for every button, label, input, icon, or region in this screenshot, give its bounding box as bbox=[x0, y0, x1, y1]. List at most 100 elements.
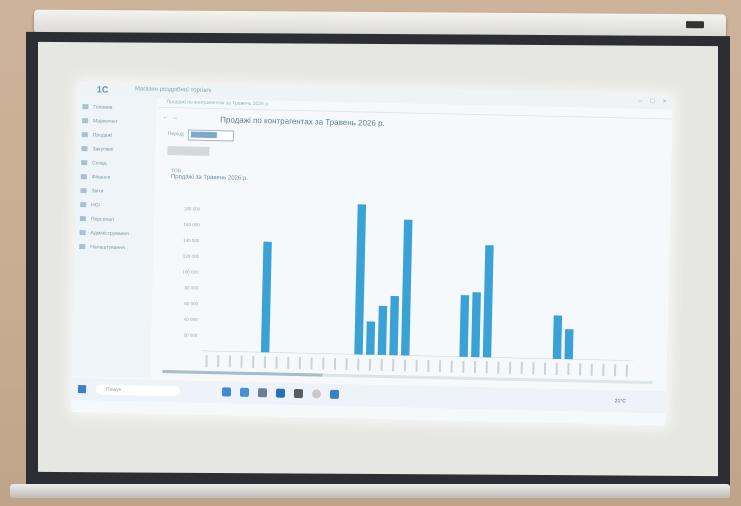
x-tick-label bbox=[287, 356, 290, 369]
chart-bar bbox=[552, 315, 563, 360]
x-tick-label bbox=[380, 358, 383, 371]
mail-icon[interactable] bbox=[275, 388, 286, 398]
chart-bar bbox=[260, 241, 272, 353]
back-forward-icon[interactable]: ← → bbox=[162, 114, 178, 121]
chart-bar bbox=[389, 295, 400, 356]
taskbar-search-input[interactable]: Пошук bbox=[95, 384, 181, 397]
main-area: Продажі по контрагентах за Травень 2026 … bbox=[152, 97, 673, 390]
report-title: Продажі за Травень 2026 р. bbox=[170, 174, 248, 182]
document-title: Продажі по контрагентах за Травень 2026 … bbox=[220, 115, 385, 128]
sidebar-item[interactable]: НСІ bbox=[80, 202, 100, 211]
sidebar: Головне Маркетинг Продажі Закупівлі Склад Фін… bbox=[72, 95, 157, 378]
x-tick-label bbox=[427, 359, 430, 373]
sidebar-item-icon bbox=[81, 160, 88, 166]
close-icon[interactable]: × bbox=[663, 98, 667, 105]
x-tick-label bbox=[625, 364, 628, 377]
app-1c-icon[interactable] bbox=[329, 389, 340, 399]
x-tick-label bbox=[613, 364, 617, 377]
x-tick-label bbox=[263, 356, 267, 369]
sidebar-item-label: Адміністрування bbox=[90, 230, 129, 238]
sidebar-item-label: Фінанси bbox=[91, 174, 111, 181]
x-tick-label bbox=[322, 357, 325, 370]
y-tick-label: 20 000 bbox=[183, 333, 197, 338]
x-tick-label bbox=[228, 355, 232, 368]
sidebar-item-icon bbox=[80, 202, 87, 208]
sidebar-item-icon bbox=[81, 146, 88, 152]
x-tick-label bbox=[333, 357, 337, 370]
sidebar-item[interactable]: Склад bbox=[81, 160, 107, 170]
chart-bar bbox=[354, 204, 367, 355]
x-tick-label bbox=[415, 359, 418, 372]
sidebar-item[interactable]: Продажі bbox=[81, 132, 113, 142]
app-logo: 1С bbox=[96, 84, 109, 95]
generate-button[interactable] bbox=[167, 146, 210, 156]
screen-bottom-bar bbox=[10, 484, 730, 498]
task-view-icon[interactable] bbox=[221, 387, 232, 397]
minimize-icon[interactable]: – bbox=[639, 98, 643, 105]
y-tick-label: 140 000 bbox=[183, 238, 200, 243]
sidebar-item-label: Склад bbox=[92, 160, 107, 167]
x-tick-label bbox=[567, 363, 570, 376]
x-tick-label bbox=[497, 361, 500, 374]
sidebar-item[interactable]: Маркетинг bbox=[82, 118, 118, 128]
window-title: Магазин роздрібної торгівлі bbox=[134, 86, 212, 95]
sidebar-item-icon bbox=[81, 132, 88, 138]
y-tick-label: 100 000 bbox=[182, 269, 199, 274]
sidebar-item[interactable]: Налаштування bbox=[79, 244, 125, 254]
sidebar-item[interactable]: Фінанси bbox=[80, 174, 111, 184]
chrome-icon[interactable] bbox=[311, 389, 322, 399]
period-select[interactable] bbox=[187, 129, 234, 142]
x-tick-label bbox=[357, 358, 360, 371]
x-tick-label bbox=[310, 357, 313, 370]
sidebar-item[interactable]: Адміністрування bbox=[79, 230, 129, 240]
x-tick-label bbox=[252, 356, 255, 369]
sidebar-item-label: Маркетинг bbox=[93, 118, 118, 125]
chart-bar bbox=[564, 329, 574, 360]
edge-icon[interactable] bbox=[239, 387, 250, 397]
maximize-icon[interactable]: □ bbox=[650, 98, 654, 105]
tray-weather[interactable]: 21°C bbox=[615, 398, 626, 404]
x-tick-label bbox=[438, 360, 442, 373]
x-tick-label bbox=[555, 362, 558, 375]
sidebar-item-label: Головне bbox=[93, 104, 113, 111]
sidebar-item-icon bbox=[79, 216, 86, 222]
sidebar-item[interactable]: Персонал bbox=[79, 216, 114, 226]
casing-logo bbox=[685, 21, 705, 29]
y-tick-label: 60 000 bbox=[184, 301, 198, 306]
x-tick-label bbox=[543, 362, 547, 375]
x-tick-label bbox=[205, 354, 208, 367]
windows-start-icon[interactable] bbox=[77, 385, 87, 394]
sidebar-item-icon bbox=[79, 230, 86, 236]
chart-bar bbox=[365, 321, 376, 355]
x-tick-label bbox=[602, 363, 605, 376]
x-tick-label bbox=[345, 358, 348, 371]
sidebar-item[interactable]: Головне bbox=[82, 104, 112, 114]
chart-bar bbox=[377, 305, 388, 356]
sidebar-item[interactable]: Звіти bbox=[80, 188, 103, 198]
x-tick-label bbox=[392, 359, 395, 372]
tab-report[interactable]: Продажі по контрагентах за Травень 2026 … bbox=[167, 99, 270, 107]
sidebar-item-icon bbox=[80, 188, 87, 194]
sidebar-item-icon bbox=[80, 174, 87, 180]
sidebar-item-label: Звіти bbox=[91, 188, 104, 195]
x-tick-label bbox=[240, 355, 243, 368]
sidebar-item-label: Продажі bbox=[92, 132, 113, 139]
projected-app-window: 1С Магазин роздрібної торгівлі – □ × Гол… bbox=[71, 82, 673, 426]
sidebar-item-label: Налаштування bbox=[90, 244, 125, 252]
x-tick-label bbox=[485, 361, 488, 374]
filter-label: Період bbox=[167, 131, 184, 138]
x-tick-label bbox=[450, 360, 453, 373]
sidebar-item[interactable]: Закупівлі bbox=[81, 146, 113, 156]
file-explorer-icon[interactable] bbox=[257, 388, 268, 398]
sidebar-item-label: Закупівлі bbox=[92, 146, 114, 153]
y-tick-label: 40 000 bbox=[184, 317, 198, 322]
chart-bar bbox=[471, 292, 481, 358]
sidebar-item-label: НСІ bbox=[91, 202, 100, 209]
x-tick-label bbox=[508, 361, 512, 374]
y-tick-label: 160 000 bbox=[183, 222, 200, 227]
sidebar-item-label: Персонал bbox=[90, 216, 114, 223]
chart-bar bbox=[400, 219, 413, 356]
y-tick-label: 80 000 bbox=[185, 285, 199, 290]
store-icon[interactable] bbox=[293, 388, 304, 399]
y-tick-label: 180 000 bbox=[184, 206, 201, 211]
